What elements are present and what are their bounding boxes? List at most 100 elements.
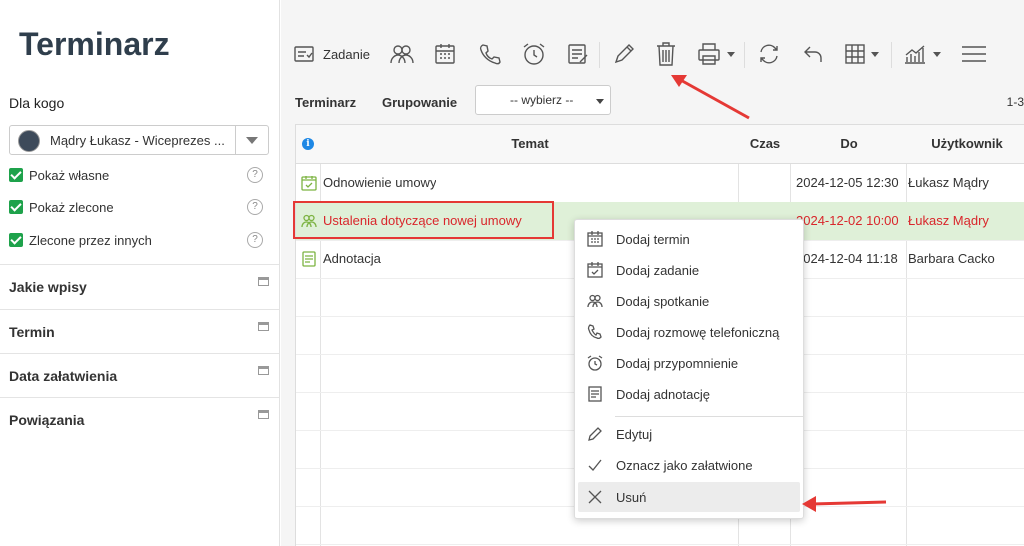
delete-button[interactable] — [654, 40, 678, 68]
menu-item-add-phone-call[interactable]: Dodaj rozmowę telefoniczną — [578, 317, 800, 347]
edit-button[interactable] — [612, 40, 636, 68]
annotation-highlight-box — [293, 201, 554, 239]
menu-item-add-note[interactable]: Dodaj adnotację — [578, 379, 800, 409]
add-meeting-button[interactable] — [389, 40, 415, 68]
printer-icon — [698, 43, 720, 65]
menu-button[interactable] — [960, 40, 988, 68]
pagination-info: 1-3 — [1006, 95, 1024, 109]
menu-item-add-meeting[interactable]: Dodaj spotkanie — [578, 286, 800, 316]
annotation-arrow-to-delete — [671, 75, 750, 120]
menu-item-add-reminder[interactable]: Dodaj przypomnienie — [578, 348, 800, 378]
add-task-label: Zadanie — [323, 46, 370, 62]
menu-item-edit[interactable]: Edytuj — [578, 419, 800, 449]
menu-item-label: Edytuj — [616, 427, 653, 442]
menu-item-add-event[interactable]: Dodaj termin — [578, 224, 800, 254]
add-reminder-button[interactable] — [521, 40, 547, 68]
section-completion-date[interactable]: Data załatwienia — [0, 353, 279, 397]
show-own-checkbox[interactable]: Pokaż własne ? — [9, 166, 271, 186]
section-title: Jakie wpisy — [9, 279, 87, 295]
window-icon[interactable] — [258, 277, 269, 286]
add-call-button[interactable] — [478, 40, 502, 68]
checkbox-label: Pokaż własne — [29, 168, 110, 183]
charts-button[interactable] — [902, 40, 941, 68]
calendar-icon — [587, 231, 603, 247]
help-icon[interactable]: ? — [247, 199, 263, 215]
menu-divider — [615, 416, 803, 417]
note-icon — [588, 386, 602, 402]
row-due: 2024-12-04 11:18 — [796, 251, 898, 266]
checkbox-checked-icon[interactable] — [9, 168, 23, 182]
section-title: Termin — [9, 324, 55, 340]
add-event-button[interactable] — [433, 40, 457, 68]
chevron-down-icon — [727, 51, 735, 57]
filter-bar: Terminarz Grupowanie -- wybierz -- 1-3 — [281, 84, 1024, 120]
menu-item-delete[interactable]: Usuń — [578, 482, 800, 512]
column-header-due[interactable]: Do — [791, 125, 907, 163]
filter-sidebar: Terminarz Dla kogo Mądry Łukasz - Wicepr… — [0, 0, 280, 546]
help-icon[interactable]: ? — [247, 167, 263, 183]
grouping-label: Grupowanie — [382, 95, 458, 110]
meeting-icon — [587, 294, 603, 308]
print-button[interactable] — [696, 40, 735, 68]
window-icon[interactable] — [258, 322, 269, 331]
section-entry-types[interactable]: Jakie wpisy — [0, 264, 279, 308]
app-title: Terminarz — [19, 26, 170, 62]
checkbox-label: Zlecone przez innych — [29, 233, 152, 248]
calendar-label: Terminarz — [295, 95, 357, 110]
window-icon[interactable] — [258, 366, 269, 375]
menu-item-label: Dodaj termin — [616, 232, 690, 247]
toolbar-divider — [744, 42, 745, 68]
info-icon[interactable]: i — [302, 138, 314, 150]
checkbox-checked-icon[interactable] — [9, 200, 23, 214]
menu-item-add-task[interactable]: Dodaj zadanie — [578, 255, 800, 285]
task-icon — [294, 46, 314, 62]
refresh-icon — [760, 44, 778, 64]
user-select[interactable]: Mądry Łukasz - Wiceprezes ... — [9, 125, 269, 155]
refresh-button[interactable] — [757, 40, 781, 68]
grouping-select-value: -- wybierz -- — [510, 93, 574, 107]
menu-item-label: Dodaj rozmowę telefoniczną — [616, 325, 780, 340]
add-note-button[interactable] — [566, 40, 590, 68]
row-due: 2024-12-02 10:00 — [796, 213, 899, 228]
alarm-clock-icon — [523, 43, 545, 65]
row-due: 2024-12-05 12:30 — [796, 175, 899, 190]
undo-button[interactable] — [801, 40, 825, 68]
avatar — [18, 130, 40, 152]
window-icon[interactable] — [258, 410, 269, 419]
checkbox-checked-icon[interactable] — [9, 233, 23, 247]
for-whom-label: Dla kogo — [9, 95, 65, 111]
calendar-icon — [435, 44, 455, 64]
menu-item-label: Oznacz jako załatwione — [616, 458, 753, 473]
note-icon — [301, 251, 317, 267]
menu-item-mark-done[interactable]: Oznacz jako załatwione — [578, 450, 800, 480]
column-header-time[interactable]: Czas — [739, 125, 791, 163]
columns-button[interactable] — [844, 40, 879, 68]
alarm-clock-icon — [587, 355, 603, 371]
grouping-select[interactable]: -- wybierz -- — [475, 85, 611, 115]
menu-item-label: Dodaj adnotację — [616, 387, 710, 402]
checkmark-icon — [588, 459, 602, 471]
menu-item-label: Usuń — [616, 490, 647, 505]
help-icon[interactable]: ? — [247, 232, 263, 248]
row-subject: Odnowienie umowy — [323, 175, 437, 190]
hamburger-menu-icon — [962, 46, 986, 62]
undo-icon — [804, 46, 822, 62]
toolbar-divider — [891, 42, 892, 68]
task-icon — [301, 175, 317, 191]
user-select-value: Mądry Łukasz - Wiceprezes ... — [50, 133, 225, 148]
assigned-by-others-checkbox[interactable]: Zlecone przez innych ? — [9, 231, 271, 251]
phone-icon — [479, 44, 501, 65]
column-header-subject[interactable]: Temat — [321, 125, 739, 163]
chevron-down-icon[interactable] — [235, 126, 268, 154]
annotation-arrow-to-remove-item — [802, 496, 887, 512]
section-date[interactable]: Termin — [0, 309, 279, 353]
section-relations[interactable]: Powiązania — [0, 397, 279, 441]
chevron-down-icon — [933, 51, 941, 57]
table-row[interactable]: Odnowienie umowy 2024-12-05 12:30 Łukasz… — [296, 164, 1024, 203]
toolbar: Zadanie — [281, 30, 1024, 80]
bar-chart-icon — [905, 45, 925, 64]
add-task-button[interactable]: Zadanie — [293, 40, 370, 68]
trash-icon — [657, 42, 675, 66]
show-assigned-checkbox[interactable]: Pokaż zlecone ? — [9, 198, 271, 218]
column-header-user[interactable]: Użytkownik — [907, 125, 1024, 163]
